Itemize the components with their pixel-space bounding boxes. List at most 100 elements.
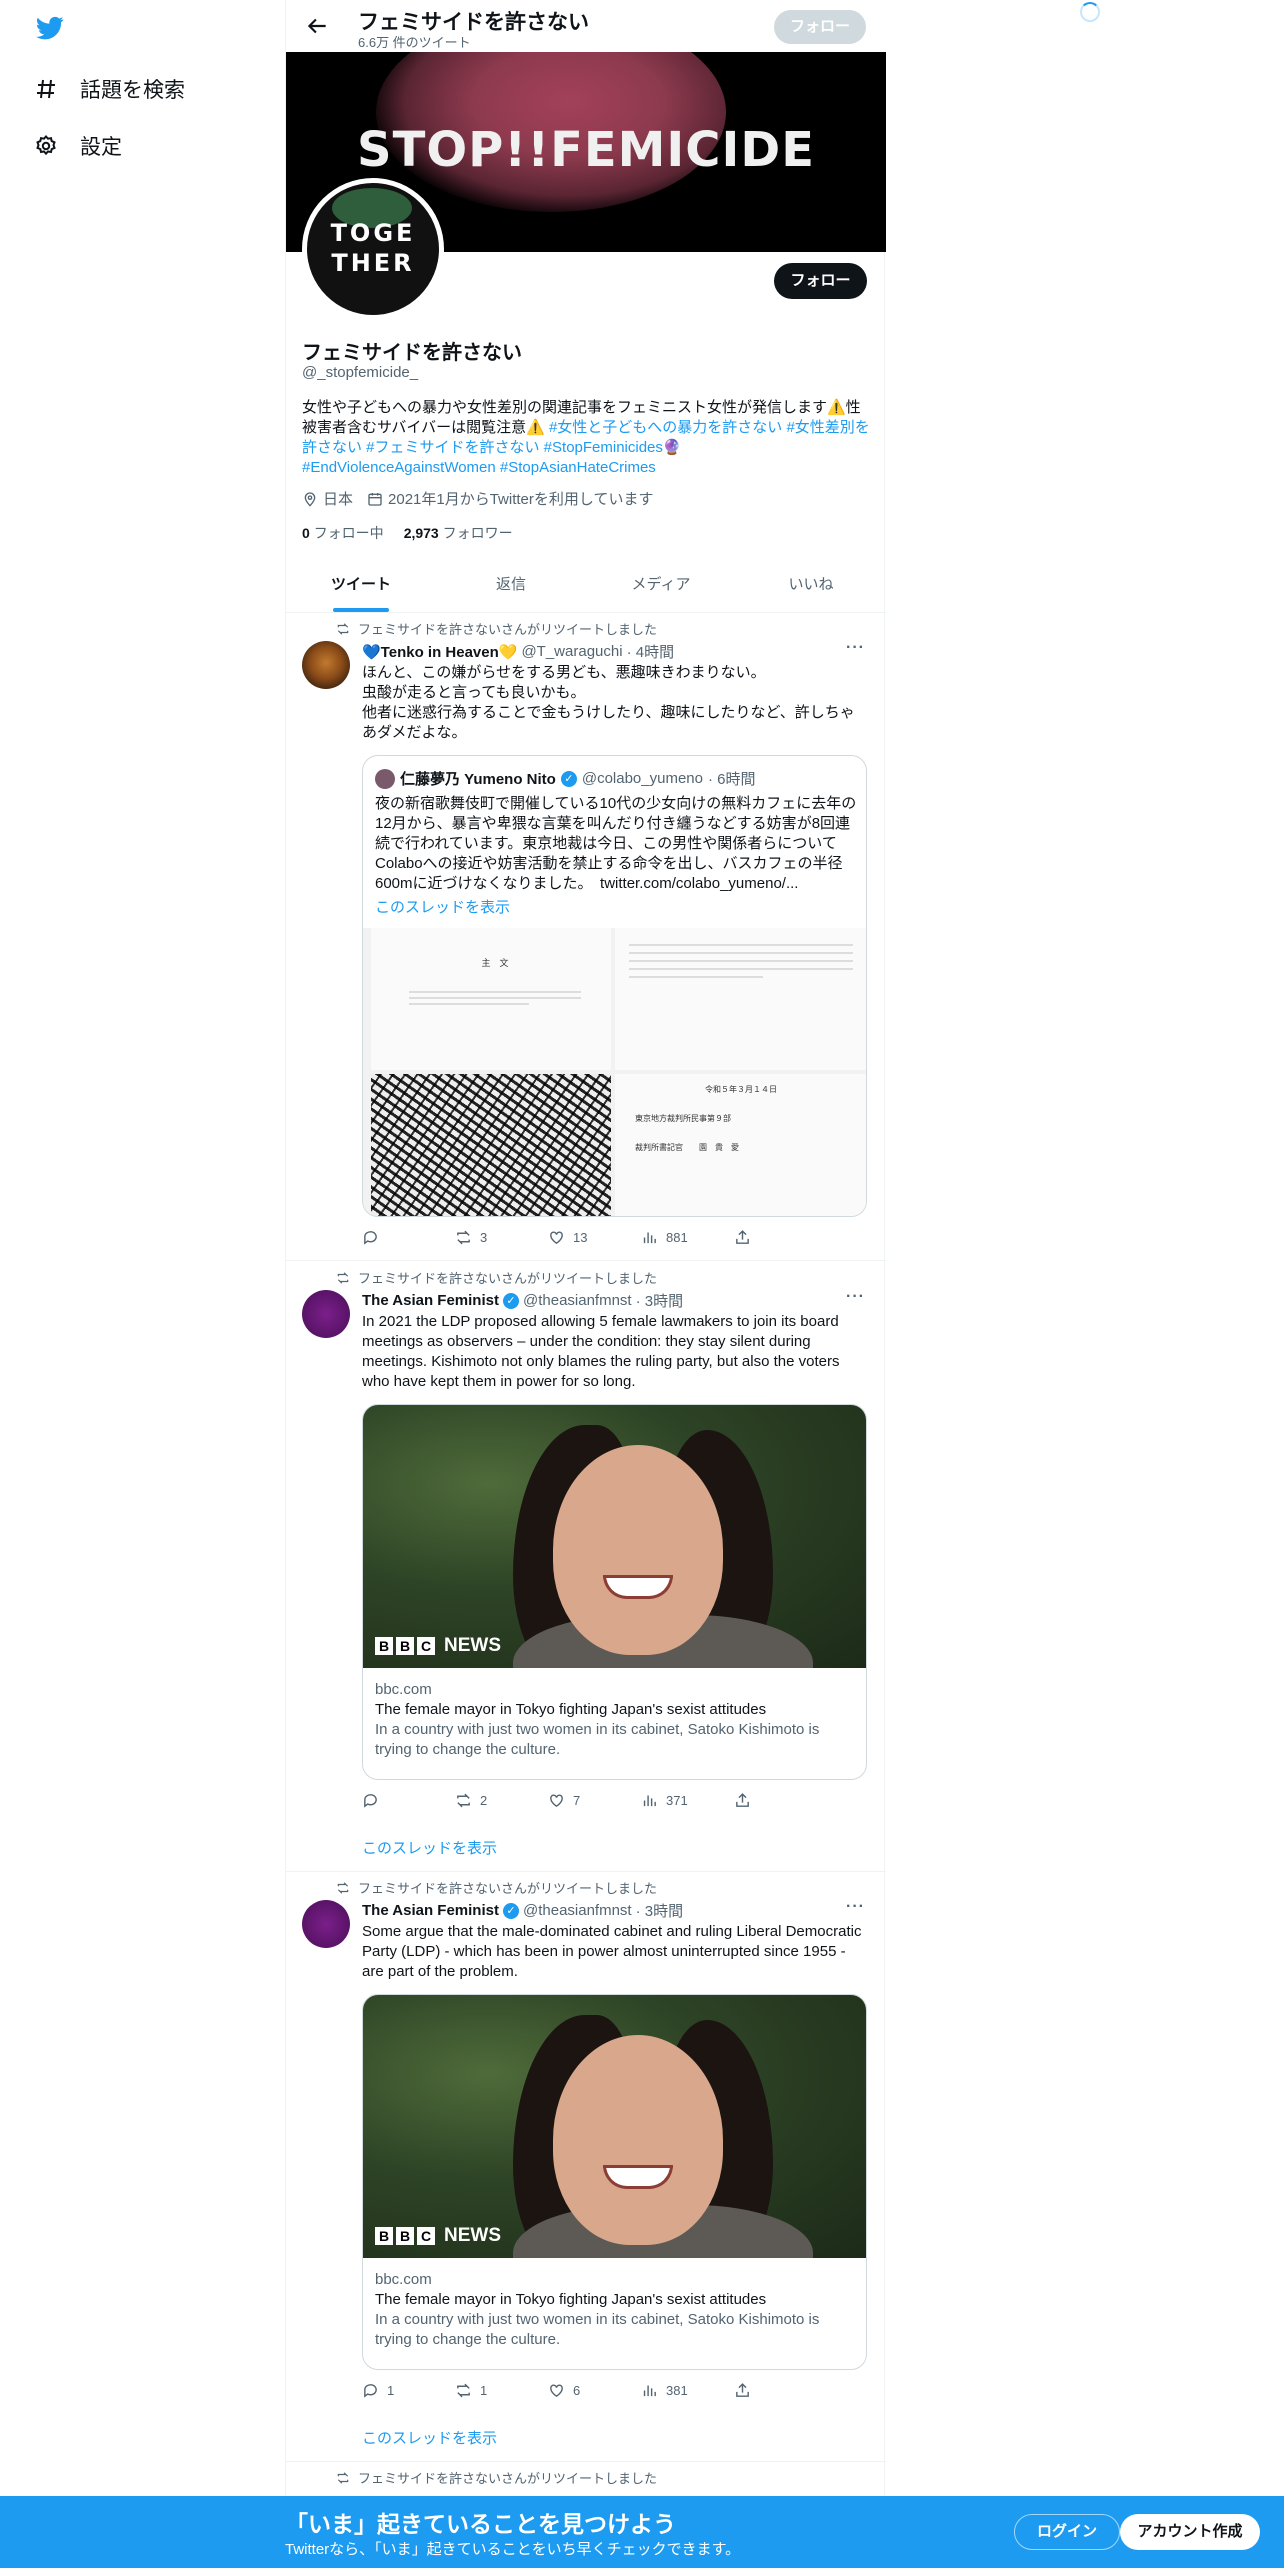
retweet-label: フェミサイドを許さないさんがリツイートしました bbox=[358, 2471, 658, 2486]
share-button[interactable] bbox=[734, 2382, 827, 2399]
signup-button[interactable]: アカウント作成 bbox=[1120, 2514, 1260, 2550]
views-chart-icon bbox=[643, 2385, 656, 2397]
author-name[interactable]: The Asian Feminist bbox=[362, 1292, 499, 1309]
bbc-news-logo-icon: B B C NEWS bbox=[375, 1635, 501, 1657]
show-thread-link[interactable]: このスレッドを表示 bbox=[362, 2427, 497, 2448]
views-button[interactable]: 381 bbox=[641, 2382, 734, 2399]
following-link[interactable]: 0 フォロー中 bbox=[302, 523, 384, 543]
quote-media-grid[interactable]: 主 文 令和５年３月１４日 東京地方裁判所民事第９部 裁判所書記官 園 貴 愛 bbox=[363, 928, 866, 1216]
like-button[interactable]: 7 bbox=[548, 1792, 641, 1809]
nav-explore[interactable]: 話題を検索 bbox=[34, 74, 185, 104]
location-text: 日本 bbox=[323, 491, 354, 508]
author-name[interactable]: The Asian Feminist bbox=[362, 1902, 499, 1919]
views-button[interactable]: 371 bbox=[641, 1792, 734, 1809]
author-handle[interactable]: @theasianfmnst bbox=[523, 1292, 632, 1309]
like-count: 13 bbox=[573, 1230, 588, 1245]
card-brand: NEWS bbox=[444, 2225, 501, 2246]
avatar-image: TOGE THER bbox=[307, 183, 439, 315]
card-info: bbc.com The female mayor in Tokyo fighti… bbox=[363, 2258, 866, 2362]
tab-media[interactable]: メディア bbox=[586, 560, 736, 612]
retweet-context: フェミサイドを許さないさんがリツイートしました bbox=[336, 1878, 657, 1897]
quote-author-handle: @colabo_yumeno bbox=[581, 770, 703, 787]
follow-button[interactable]: フォロー bbox=[774, 263, 867, 299]
tweet[interactable]: フェミサイドを許さないさんがリツイートしました The Asian Femini… bbox=[286, 1262, 886, 1872]
profile-avatar[interactable]: TOGE THER bbox=[302, 178, 444, 320]
tweet-time[interactable]: · 4時間 bbox=[627, 641, 675, 662]
reply-button[interactable] bbox=[362, 1229, 455, 1246]
avatar[interactable] bbox=[302, 641, 350, 689]
avatar[interactable] bbox=[302, 1290, 350, 1338]
quote-show-thread-link[interactable]: このスレッドを表示 bbox=[375, 896, 510, 917]
profile-location: 日本 bbox=[302, 488, 353, 509]
link-card[interactable]: B B C NEWS bbc.com The female mayor in Toky… bbox=[362, 1994, 867, 2370]
link-card[interactable]: B B C NEWS bbc.com The female mayor in Toky… bbox=[362, 1404, 867, 1780]
share-icon bbox=[736, 1230, 749, 1244]
card-photo: B B C NEWS bbox=[363, 1995, 866, 2258]
profile-meta: 日本 2021年1月からTwitterを利用しています bbox=[302, 488, 653, 509]
views-chart-icon bbox=[643, 1795, 656, 1807]
author-handle[interactable]: @theasianfmnst bbox=[523, 1902, 632, 1919]
quote-avatar bbox=[375, 768, 395, 789]
tab-likes[interactable]: いいね bbox=[736, 560, 886, 612]
nav-settings[interactable]: 設定 bbox=[34, 131, 122, 161]
views-chart-icon bbox=[643, 1232, 656, 1244]
tweet-time[interactable]: · 3時間 bbox=[636, 1900, 684, 1921]
card-title: The female mayor in Tokyo fighting Japan… bbox=[375, 1701, 767, 1718]
retweet-button[interactable]: 1 bbox=[455, 2382, 548, 2399]
back-arrow-icon[interactable] bbox=[304, 13, 330, 39]
show-thread-link[interactable]: このスレッドを表示 bbox=[362, 1837, 497, 1858]
bbc-news-logo-icon: B B C NEWS bbox=[375, 2225, 501, 2247]
quote-author-name: 仁藤夢乃 Yumeno Nito bbox=[400, 771, 556, 788]
avatar[interactable] bbox=[302, 1900, 350, 1948]
doc-line bbox=[629, 952, 853, 954]
author-name[interactable]: 💙Tenko in Heaven💛 bbox=[362, 643, 517, 661]
followers-count: 2,973 bbox=[403, 525, 439, 541]
quote-tweet[interactable]: 仁藤夢乃 Yumeno Nito ✓ @colabo_yumeno · 6時間 … bbox=[362, 755, 867, 1217]
quote-time: · 6時間 bbox=[707, 771, 756, 788]
reply-button[interactable] bbox=[362, 1792, 455, 1809]
signup-banner: 「いま」起きていることを見つけよう Twitterなら、「いま」起きていることを… bbox=[0, 2496, 1284, 2568]
gear-icon bbox=[34, 134, 58, 158]
share-icon bbox=[736, 1793, 749, 1807]
followers-link[interactable]: 2,973 フォロワー bbox=[404, 523, 513, 543]
like-button[interactable]: 6 bbox=[548, 2382, 641, 2399]
share-button[interactable] bbox=[734, 1229, 827, 1246]
tweet[interactable]: フェミサイドを許さないさんがリツイートしました 💙Tenko in Heaven… bbox=[286, 613, 886, 1261]
tab-replies[interactable]: 返信 bbox=[436, 560, 586, 612]
card-photo: B B C NEWS bbox=[363, 1405, 866, 1668]
author-handle[interactable]: @T_waraguchi bbox=[521, 643, 622, 660]
share-button[interactable] bbox=[734, 1792, 827, 1809]
tweet-text: Some argue that the male-dominated cabin… bbox=[362, 1923, 866, 1980]
tab-tweets[interactable]: ツイート bbox=[286, 560, 436, 612]
signup-banner-title: 「いま」起きていることを見つけよう bbox=[285, 2511, 676, 2537]
views-button[interactable]: 881 bbox=[641, 1229, 734, 1246]
court-doc-image-1: 主 文 bbox=[371, 928, 611, 1070]
heart-icon bbox=[550, 1794, 563, 1808]
retweet-small-icon bbox=[337, 1271, 349, 1284]
retweet-context: フェミサイドを許さないさんがリツイートしました bbox=[336, 619, 657, 638]
twitter-logo-icon[interactable] bbox=[34, 14, 66, 42]
login-button[interactable]: ログイン bbox=[1014, 2514, 1120, 2550]
tweet-text: ほんと、この嫌がらせをする男ども、悪趣味きわまりない。 虫酸が走ると言っても良い… bbox=[362, 664, 855, 741]
doc-line bbox=[629, 976, 764, 978]
more-options-icon[interactable]: ··· bbox=[846, 1288, 865, 1306]
loading-spinner-icon bbox=[1080, 2, 1100, 22]
retweet-button[interactable]: 2 bbox=[455, 1792, 548, 1809]
profile-handle: @_stopfemicide_ bbox=[302, 364, 419, 381]
card-info: bbc.com The female mayor in Tokyo fighti… bbox=[363, 1668, 866, 1772]
tweet-header: 💙Tenko in Heaven💛 @T_waraguchi · 4時間 bbox=[362, 641, 674, 662]
more-options-icon[interactable]: ··· bbox=[846, 1898, 865, 1916]
reply-button[interactable]: 1 bbox=[362, 2382, 455, 2399]
calendar-icon bbox=[368, 492, 382, 506]
retweet-button[interactable]: 3 bbox=[455, 1229, 548, 1246]
court-doc-image-2 bbox=[615, 928, 866, 1070]
profile-bio: 女性や子どもへの暴力や女性差別の関連記事をフェミニスト女性が発信します⚠️性被害… bbox=[302, 398, 872, 478]
card-domain: bbc.com bbox=[375, 2271, 432, 2288]
tweet-time[interactable]: · 3時間 bbox=[636, 1290, 684, 1311]
more-options-icon[interactable]: ··· bbox=[846, 639, 865, 657]
tweet-count: 6.6万 件のツイート bbox=[358, 35, 471, 50]
topbar-follow-button[interactable]: フォロー bbox=[774, 10, 866, 44]
tweet[interactable]: フェミサイドを許さないさんがリツイートしました The Asian Femini… bbox=[286, 1872, 886, 2462]
joined-text: 2021年1月からTwitterを利用しています bbox=[388, 491, 654, 508]
like-button[interactable]: 13 bbox=[548, 1229, 641, 1246]
